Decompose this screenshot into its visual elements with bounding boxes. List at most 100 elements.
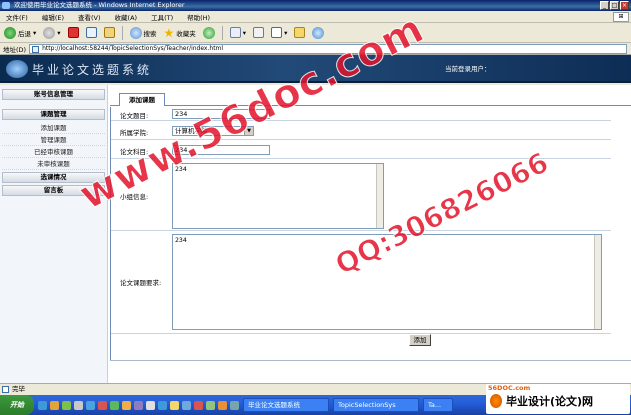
sidebar-section-selection[interactable]: 选课情况 <box>2 172 105 183</box>
app-quicklaunch-icon[interactable] <box>170 400 179 410</box>
app-quicklaunch-icon[interactable] <box>194 400 203 410</box>
chevron-down-icon: ▼ <box>244 127 253 135</box>
toolbar-separator <box>121 25 123 40</box>
back-label: 后退 <box>18 29 31 38</box>
chevron-down-icon: ▾ <box>284 28 288 37</box>
current-user-label: 当前登录用户： <box>445 65 491 73</box>
search-button[interactable]: 搜索 <box>128 25 159 41</box>
app-quicklaunch-icon[interactable] <box>146 400 155 410</box>
sidebar-item-add-topic[interactable]: 添加课题 <box>2 122 105 134</box>
address-bar: 地址(D) http://localhost:58244/TopicSelect… <box>0 43 631 55</box>
app-quicklaunch-icon[interactable] <box>86 400 95 410</box>
menu-edit[interactable]: 编辑(E) <box>42 12 64 22</box>
requirement-textarea[interactable]: 234 <box>172 234 602 330</box>
sidebar-item-manage-topic[interactable]: 管理课题 <box>2 134 105 146</box>
mail-button[interactable]: ▾ <box>228 25 248 41</box>
menu-help[interactable]: 帮助(H) <box>187 12 210 22</box>
app-quicklaunch-icon[interactable] <box>122 400 131 410</box>
folder-icon <box>294 27 306 38</box>
folder-button[interactable] <box>292 25 307 41</box>
form-row-subject: 论文科目: 234 <box>111 141 611 159</box>
forward-button[interactable]: ▾ <box>41 25 62 41</box>
edit-button[interactable]: ▾ <box>269 25 289 41</box>
ie-quicklaunch-icon[interactable] <box>38 400 47 410</box>
desktop-quicklaunch-icon[interactable] <box>74 400 83 410</box>
folder-quicklaunch-icon[interactable] <box>50 400 59 410</box>
print-button[interactable] <box>251 25 266 41</box>
media-button[interactable] <box>201 25 217 41</box>
home-button[interactable] <box>102 25 117 41</box>
site-logo-icon <box>6 60 28 78</box>
taskbar-item-folder[interactable]: TopicSelectionSys <box>333 398 419 412</box>
stop-button[interactable] <box>66 25 81 41</box>
sidebar-section-topic[interactable]: 课题管理 <box>2 109 105 120</box>
stop-icon <box>67 27 79 38</box>
app-quicklaunch-icon[interactable] <box>98 400 107 410</box>
app-quicklaunch-icon[interactable] <box>110 400 119 410</box>
address-label: 地址(D) <box>3 45 27 54</box>
search-icon <box>129 26 142 39</box>
maximize-button[interactable]: □ <box>610 1 619 10</box>
messenger-button[interactable] <box>310 25 326 41</box>
toolbar-separator <box>221 25 223 40</box>
favorites-button[interactable]: ★ 收藏夹 <box>162 25 198 41</box>
print-icon <box>253 27 265 38</box>
address-url: http://localhost:58244/TopicSelectionSys… <box>42 44 224 52</box>
textarea-scrollbar[interactable] <box>594 235 601 329</box>
menu-view[interactable]: 查看(V) <box>78 12 101 22</box>
browser-toolbar: 后退 ▾ ▾ 搜索 ★ 收藏夹 ▾ ▾ <box>0 23 631 43</box>
app-quicklaunch-icon[interactable] <box>182 400 191 410</box>
page-frame: 账号信息管理 课题管理 添加课题 管理课题 已经审核课题 未审核课题 选课情况 … <box>0 85 631 383</box>
chevron-down-icon: ▾ <box>57 28 61 37</box>
favorites-label: 收藏夹 <box>176 29 196 38</box>
app-quicklaunch-icon[interactable] <box>206 400 215 410</box>
minimize-button[interactable]: _ <box>600 1 609 10</box>
app-quicklaunch-icon[interactable] <box>218 400 227 410</box>
taskbar-item-system[interactable]: 毕业论文选题系统 <box>243 398 329 412</box>
tab-strip: 添加课题 <box>110 93 631 106</box>
messenger-icon <box>312 26 325 39</box>
app-quicklaunch-icon[interactable] <box>62 400 71 410</box>
refresh-button[interactable] <box>84 25 99 41</box>
mail-icon <box>229 27 241 38</box>
lightbulb-icon <box>490 394 502 408</box>
search-label: 搜索 <box>143 29 157 38</box>
refresh-icon <box>85 27 97 38</box>
add-button[interactable]: 添加 <box>409 334 431 346</box>
sidebar-section-account[interactable]: 账号信息管理 <box>2 89 105 100</box>
menu-bar: 文件(F) 编辑(E) 查看(V) 收藏(A) 工具(T) 帮助(H) ⊞ <box>0 11 631 23</box>
subject-input[interactable]: 234 <box>172 145 270 155</box>
app-quicklaunch-icon[interactable] <box>134 400 143 410</box>
back-button[interactable]: 后退 ▾ <box>2 25 38 41</box>
sidebar: 账号信息管理 课题管理 添加课题 管理课题 已经审核课题 未审核课题 选课情况 … <box>0 85 108 383</box>
tab-add-topic[interactable]: 添加课题 <box>119 93 165 106</box>
info-label: 小组信息: <box>120 193 149 201</box>
quick-launch <box>38 400 239 410</box>
taskbar-item-other[interactable]: Ta... <box>423 398 453 412</box>
site-banner: 毕业论文选题系统 当前登录用户： <box>0 55 631 83</box>
main-content: 添加课题 论文题目: 234 所属学院: 计算机学院 ▼ 论文科目: 234 小… <box>110 85 631 383</box>
sidebar-section-board[interactable]: 留言板 <box>2 185 105 196</box>
media-icon <box>202 26 215 39</box>
requirement-label: 论文课题要求: <box>120 279 162 287</box>
address-input[interactable]: http://localhost:58244/TopicSelectionSys… <box>29 43 627 54</box>
sidebar-item-unapproved[interactable]: 未审核课题 <box>2 158 105 170</box>
app-quicklaunch-icon[interactable] <box>230 400 239 410</box>
site-title: 毕业论文选题系统 <box>32 63 153 77</box>
title-label: 论文题目: <box>120 112 149 120</box>
sidebar-item-approved[interactable]: 已经审核课题 <box>2 146 105 158</box>
menu-file[interactable]: 文件(F) <box>6 12 28 22</box>
title-input[interactable]: 234 <box>172 109 270 119</box>
start-button[interactable]: 开始 <box>0 395 34 415</box>
form-row-requirement: 论文课题要求: 234 <box>111 232 611 334</box>
info-textarea[interactable]: 234 <box>172 163 384 229</box>
college-select[interactable]: 计算机学院 ▼ <box>172 126 254 136</box>
menu-tools[interactable]: 工具(T) <box>151 12 173 22</box>
status-text: 完毕 <box>12 385 25 393</box>
app-quicklaunch-icon[interactable] <box>158 400 167 410</box>
close-button[interactable]: × <box>620 1 629 10</box>
menu-favorites[interactable]: 收藏(A) <box>115 12 138 22</box>
add-topic-form: 论文题目: 234 所属学院: 计算机学院 ▼ 论文科目: 234 小组信息: … <box>110 107 631 360</box>
back-arrow-icon <box>4 26 16 39</box>
textarea-scrollbar[interactable] <box>376 164 383 228</box>
